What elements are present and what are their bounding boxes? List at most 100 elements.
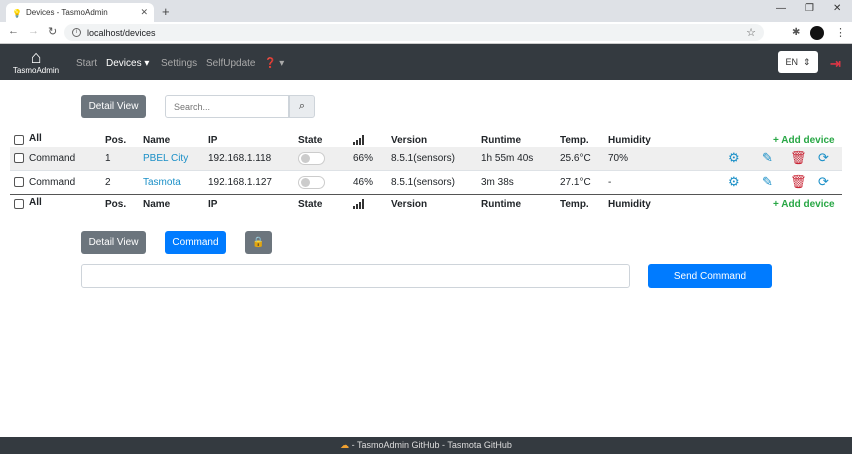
send-command-button[interactable]: Send Command <box>648 264 772 288</box>
footer-state: State <box>298 199 323 210</box>
question-icon: ❓ <box>264 58 277 69</box>
command-input[interactable] <box>81 264 630 288</box>
footer-humidity: Humidity <box>608 199 651 210</box>
command-button[interactable]: Command <box>165 231 226 254</box>
footer-links[interactable]: - TasmoAdmin GitHub - Tasmota GitHub <box>352 440 512 450</box>
signal-icon <box>353 135 366 145</box>
row-temp: 27.1°C <box>560 177 591 188</box>
new-tab-icon[interactable]: + <box>162 4 170 19</box>
profile-avatar[interactable] <box>810 26 824 40</box>
device-name-link[interactable]: PBEL City <box>143 153 188 164</box>
trash-icon[interactable]: 🗑 <box>790 150 807 166</box>
address-bar-row: ← → ↻ i localhost/devices ☆ ✱ <box>0 22 852 44</box>
state-toggle[interactable] <box>298 152 325 165</box>
header-version: Version <box>391 135 428 146</box>
search-icon[interactable]: ⌕ <box>289 95 315 118</box>
state-toggle[interactable] <box>298 176 325 189</box>
row-checkbox[interactable] <box>14 177 24 187</box>
row-pos: 1 <box>105 153 111 164</box>
row-version: 8.5.1(sensors) <box>391 153 455 164</box>
bulb-icon: 💡 <box>12 8 22 18</box>
nav-devices-label: Devices <box>106 58 142 69</box>
brand-logo[interactable]: ⌂ TasmoAdmin <box>10 48 62 75</box>
header-temp: Temp. <box>560 135 589 146</box>
config-gear-icon[interactable]: ⚙ <box>728 174 740 190</box>
config-gear-icon[interactable]: ⚙ <box>728 150 740 166</box>
page-footer: ☁ - TasmoAdmin GitHub - Tasmota GitHub <box>0 437 852 454</box>
row-temp: 25.6°C <box>560 153 591 164</box>
select-all-checkbox-bottom[interactable] <box>14 199 24 209</box>
detail-view-button[interactable]: Detail View <box>81 95 146 118</box>
forward-icon[interactable]: → <box>28 25 39 37</box>
caret-down-icon: ▾ <box>279 58 285 69</box>
logout-icon[interactable]: ⇥ <box>830 56 841 72</box>
header-runtime: Runtime <box>481 135 521 146</box>
close-tab-icon[interactable]: ✕ <box>140 7 148 18</box>
refresh-icon[interactable]: ⟳ <box>818 174 829 190</box>
lock-icon[interactable]: 🔒 <box>245 231 272 254</box>
app-navbar: ⌂ TasmoAdmin Start Devices ▾ Settings Se… <box>0 44 852 80</box>
footer-temp: Temp. <box>560 199 589 210</box>
house-icon: ⌂ <box>30 47 42 67</box>
updown-icon: ⇕ <box>802 56 811 67</box>
language-value: EN <box>785 57 798 67</box>
address-bar[interactable]: i localhost/devices ☆ <box>64 24 764 41</box>
language-select[interactable]: EN ⇕ <box>778 51 818 73</box>
nav-settings[interactable]: Settings <box>161 58 197 69</box>
header-humidity: Humidity <box>608 135 651 146</box>
select-all-checkbox[interactable] <box>14 135 24 145</box>
row-humidity: - <box>608 177 612 188</box>
footer-pos: Pos. <box>105 199 127 210</box>
tab-title: Devices - TasmoAdmin <box>26 8 108 17</box>
row-runtime: 3m 38s <box>481 177 514 188</box>
reload-icon[interactable]: ↻ <box>48 25 57 38</box>
url-text: localhost/devices <box>87 27 156 38</box>
edit-icon[interactable]: ✎ <box>762 150 773 166</box>
row-ip: 192.168.1.118 <box>208 153 272 164</box>
header-all: All <box>29 133 42 144</box>
table-row: Command 2 Tasmota 192.168.1.127 46% 8.5.… <box>10 171 842 194</box>
nav-start[interactable]: Start <box>76 58 97 69</box>
row-version: 8.5.1(sensors) <box>391 177 455 188</box>
detail-view-button-bottom[interactable]: Detail View <box>81 231 146 254</box>
minimize-icon[interactable]: — <box>776 3 786 14</box>
back-icon[interactable]: ← <box>8 25 19 37</box>
menu-kebab-icon[interactable]: ⋮ <box>835 26 846 39</box>
table-row: Command 1 PBEL City 192.168.1.118 66% 8.… <box>10 147 842 170</box>
edit-icon[interactable]: ✎ <box>762 174 773 190</box>
info-icon[interactable]: i <box>72 28 81 37</box>
refresh-icon[interactable]: ⟳ <box>818 150 829 166</box>
trash-icon[interactable]: 🗑 <box>790 174 807 190</box>
window-close-icon[interactable]: ✕ <box>833 3 841 14</box>
browser-tab[interactable]: 💡 Devices - TasmoAdmin ✕ <box>6 3 154 22</box>
header-name: Name <box>143 135 171 146</box>
footer-version: Version <box>391 199 428 210</box>
row-humidity: 70% <box>608 153 629 164</box>
bookmark-star-icon[interactable]: ☆ <box>746 26 756 39</box>
footer-all: All <box>29 197 42 208</box>
signal-icon <box>353 199 366 209</box>
row-signal: 66% <box>353 153 374 164</box>
row-ip: 192.168.1.127 <box>208 177 272 188</box>
header-state: State <box>298 135 323 146</box>
help-menu[interactable]: ❓ ▾ <box>264 58 284 69</box>
add-device-link-bottom[interactable]: + Add device <box>773 199 835 210</box>
cloud-icon: ☁ <box>340 440 350 450</box>
brand-name: TasmoAdmin <box>12 66 60 75</box>
nav-devices[interactable]: Devices ▾ <box>106 58 149 69</box>
footer-name: Name <box>143 199 171 210</box>
footer-runtime: Runtime <box>481 199 521 210</box>
extensions-icon[interactable]: ✱ <box>792 27 800 38</box>
add-device-link[interactable]: + Add device <box>773 135 835 146</box>
row-checkbox[interactable] <box>14 153 24 163</box>
restore-icon[interactable]: ❐ <box>805 3 814 14</box>
header-ip: IP <box>208 135 218 146</box>
caret-down-icon: ▾ <box>144 58 150 69</box>
table-footer-header: All Pos. Name IP State Version Runtime T… <box>10 193 842 216</box>
row-runtime: 1h 55m 40s <box>481 153 534 164</box>
footer-ip: IP <box>208 199 218 210</box>
nav-selfupdate[interactable]: SelfUpdate <box>206 58 255 69</box>
search-input[interactable] <box>165 95 289 118</box>
browser-tab-strip: 💡 Devices - TasmoAdmin ✕ + — ❐ ✕ <box>0 0 852 22</box>
device-name-link[interactable]: Tasmota <box>143 177 181 188</box>
